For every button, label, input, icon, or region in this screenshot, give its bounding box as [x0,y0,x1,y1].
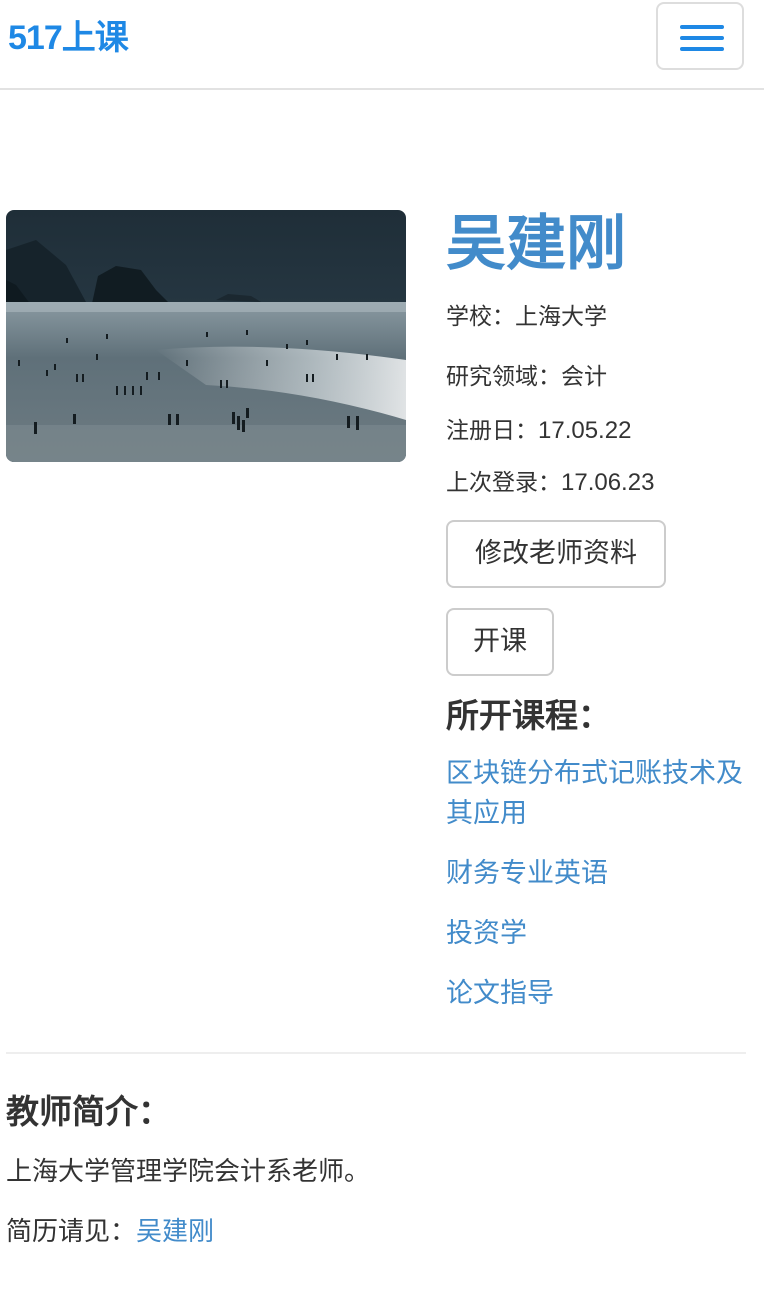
section-divider [6,1052,746,1054]
field-label: 研究领域： [446,364,561,390]
resume-row: 简历请见：吴建刚 [6,1214,214,1250]
resume-link[interactable]: 吴建刚 [136,1217,214,1247]
resume-label: 简历请见： [6,1217,137,1247]
registered-value: 17.05.22 [538,417,632,444]
course-link[interactable]: 财务专业英语 [446,854,746,894]
intro-heading: 教师简介： [6,1092,171,1131]
field-value: 会计 [561,364,607,390]
brand-logo[interactable]: 517上课 [8,16,129,60]
open-course-button[interactable]: 开课 [446,608,554,676]
school-value: 上海大学 [515,304,607,330]
teacher-photo [6,210,406,462]
course-link[interactable]: 区块链分布式记账技术及其应用 [446,754,746,834]
teacher-name: 吴建刚 [446,209,626,279]
last-login-label: 上次登录： [446,470,561,496]
registered-label: 注册日： [446,418,538,444]
navbar: 517上课 [0,0,764,90]
brand-number: 517 [8,19,63,57]
registered-row: 注册日：17.05.22 [446,416,631,446]
last-login-value: 17.06.23 [561,469,655,496]
brand-text: 上课 [61,18,129,58]
field-row: 研究领域：会计 [446,362,607,392]
course-link[interactable]: 论文指导 [446,974,746,1014]
last-login-row: 上次登录：17.06.23 [446,468,654,498]
course-link[interactable]: 投资学 [446,914,746,954]
school-row: 学校：上海大学 [446,302,607,332]
edit-teacher-profile-button[interactable]: 修改老师资料 [446,520,666,588]
menu-toggle-button[interactable] [656,2,744,70]
courses-heading: 所开课程： [446,696,611,735]
school-label: 学校： [446,304,515,330]
intro-text: 上海大学管理学院会计系老师。 [6,1157,371,1187]
